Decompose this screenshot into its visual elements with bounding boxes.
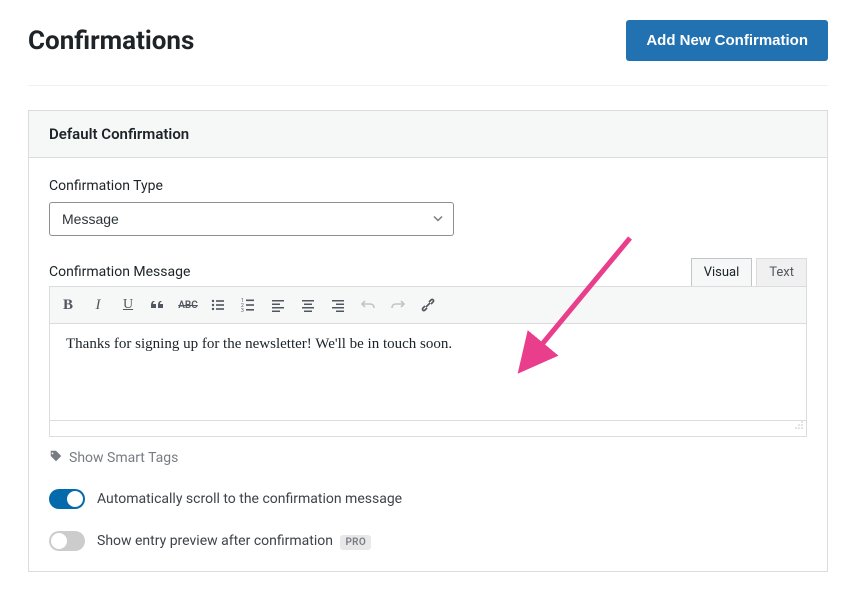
editor-toolbar: B I U ABC 123 <box>50 287 806 324</box>
underline-icon[interactable]: U <box>114 291 142 319</box>
editor-content[interactable]: Thanks for signing up for the newsletter… <box>50 324 806 420</box>
add-new-confirmation-button[interactable]: Add New Confirmation <box>626 20 828 61</box>
auto-scroll-label: Automatically scroll to the confirmation… <box>97 491 402 507</box>
align-left-icon[interactable] <box>264 291 292 319</box>
svg-text:3: 3 <box>241 308 244 313</box>
page-title: Confirmations <box>28 26 194 56</box>
confirmation-type-label: Confirmation Type <box>49 178 807 194</box>
link-icon[interactable] <box>414 291 442 319</box>
numbered-list-icon[interactable]: 123 <box>234 291 262 319</box>
show-smart-tags-link[interactable]: Show Smart Tags <box>49 449 807 467</box>
tab-text[interactable]: Text <box>756 258 807 286</box>
entry-preview-label: Show entry preview after confirmation <box>97 533 333 549</box>
tag-icon <box>49 449 63 467</box>
pro-badge: PRO <box>340 535 371 550</box>
blockquote-icon[interactable] <box>144 291 172 319</box>
redo-icon[interactable] <box>384 291 412 319</box>
bullet-list-icon[interactable] <box>204 291 232 319</box>
align-center-icon[interactable] <box>294 291 322 319</box>
editor-resize-handle[interactable] <box>50 420 806 436</box>
bold-icon[interactable]: B <box>54 291 82 319</box>
tab-visual[interactable]: Visual <box>691 258 753 286</box>
align-right-icon[interactable] <box>324 291 352 319</box>
smart-tags-label: Show Smart Tags <box>69 450 178 466</box>
undo-icon[interactable] <box>354 291 382 319</box>
entry-preview-toggle[interactable] <box>49 531 85 551</box>
strikethrough-icon[interactable]: ABC <box>174 291 202 319</box>
confirmation-message-editor: B I U ABC 123 Thanks for signing up for … <box>49 286 807 437</box>
panel-title: Default Confirmation <box>29 111 827 158</box>
auto-scroll-toggle[interactable] <box>49 489 85 509</box>
resize-grip-icon <box>794 415 804 434</box>
italic-icon[interactable]: I <box>84 291 112 319</box>
confirmation-message-label: Confirmation Message <box>49 264 190 280</box>
confirmation-panel: Default Confirmation Confirmation Type M… <box>28 110 828 572</box>
confirmation-type-select[interactable]: Message <box>49 202 454 236</box>
